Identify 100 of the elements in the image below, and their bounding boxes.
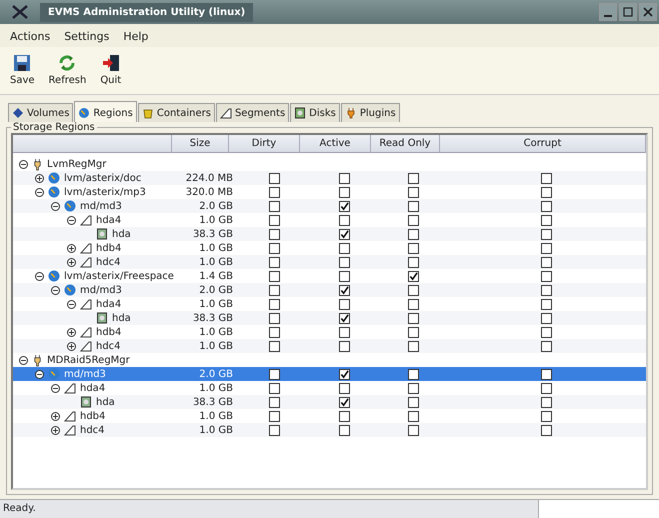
expander-icon[interactable] <box>51 426 60 434</box>
checkbox[interactable] <box>338 368 350 380</box>
checkbox[interactable] <box>268 256 280 268</box>
checkbox[interactable] <box>338 242 350 254</box>
expander-icon[interactable] <box>67 216 76 224</box>
checkbox[interactable] <box>541 228 552 240</box>
expander-icon[interactable] <box>67 328 76 336</box>
expander-icon[interactable] <box>51 412 60 420</box>
checkbox[interactable] <box>338 270 350 282</box>
column-header[interactable]: Active <box>300 135 371 153</box>
checkbox[interactable] <box>408 368 418 380</box>
checkbox[interactable] <box>541 200 552 212</box>
checkbox[interactable] <box>541 396 552 408</box>
checkbox[interactable] <box>268 214 280 226</box>
checkbox[interactable] <box>408 200 418 212</box>
expander-icon[interactable] <box>51 384 60 392</box>
checkbox[interactable] <box>541 382 552 394</box>
checkbox[interactable] <box>338 298 350 310</box>
tree-row[interactable]: lvm/asterix/doc 224.0 MB <box>13 171 646 185</box>
checkbox[interactable] <box>408 284 418 296</box>
tree-row[interactable]: hdb4 1.0 GB <box>13 241 646 255</box>
column-header[interactable]: Dirty <box>229 135 300 153</box>
tree-row[interactable]: hda 38.3 GB <box>13 395 646 409</box>
checkbox[interactable] <box>338 172 350 184</box>
column-header[interactable]: Corrupt <box>440 135 646 153</box>
expander-icon[interactable] <box>35 370 44 378</box>
checkbox[interactable] <box>338 256 350 268</box>
checkbox[interactable] <box>268 270 280 282</box>
expander-icon[interactable] <box>67 342 76 350</box>
tab[interactable]: Disks <box>290 103 340 122</box>
checkbox[interactable] <box>338 410 350 422</box>
checkbox[interactable] <box>268 284 280 296</box>
checkbox[interactable] <box>408 312 418 324</box>
tree-row[interactable]: hdb4 1.0 GB <box>13 325 646 339</box>
checkbox[interactable] <box>541 340 552 352</box>
tree-row[interactable]: md/md3 2.0 GB <box>13 199 646 213</box>
column-header[interactable]: Size <box>172 135 229 153</box>
minimize-button[interactable] <box>599 3 617 21</box>
checkbox[interactable] <box>268 242 280 254</box>
checkbox[interactable] <box>338 382 350 394</box>
checkbox[interactable] <box>408 326 418 338</box>
checkbox[interactable] <box>408 172 418 184</box>
checkbox[interactable] <box>541 312 552 324</box>
tab[interactable]: Volumes <box>8 103 74 122</box>
checkbox[interactable] <box>268 186 280 198</box>
checkbox[interactable] <box>338 284 350 296</box>
checkbox[interactable] <box>541 270 552 282</box>
checkbox[interactable] <box>268 200 280 212</box>
tree-row[interactable]: hdc4 1.0 GB <box>13 423 646 437</box>
checkbox[interactable] <box>408 270 418 282</box>
checkbox[interactable] <box>408 214 418 226</box>
tree-row[interactable]: md/md3 2.0 GB <box>13 283 646 297</box>
tree-row[interactable]: MDRaid5RegMgr <box>13 353 646 367</box>
tree-row[interactable]: hdc4 1.0 GB <box>13 255 646 269</box>
checkbox[interactable] <box>541 410 552 422</box>
checkbox[interactable] <box>408 424 418 436</box>
checkbox[interactable] <box>541 368 552 380</box>
checkbox[interactable] <box>408 298 418 310</box>
tab[interactable]: Regions <box>74 101 137 122</box>
checkbox[interactable] <box>408 256 418 268</box>
checkbox[interactable] <box>408 242 418 254</box>
expander-icon[interactable] <box>51 202 60 210</box>
tree-row[interactable]: hdb4 1.0 GB <box>13 409 646 423</box>
checkbox[interactable] <box>408 382 418 394</box>
checkbox[interactable] <box>268 228 280 240</box>
tree-row[interactable]: LvmRegMgr <box>13 157 646 171</box>
checkbox[interactable] <box>338 312 350 324</box>
checkbox[interactable] <box>338 340 350 352</box>
tree-row[interactable]: lvm/asterix/mp3 320.0 MB <box>13 185 646 199</box>
checkbox[interactable] <box>408 396 418 408</box>
checkbox[interactable] <box>541 284 552 296</box>
checkbox[interactable] <box>408 340 418 352</box>
checkbox[interactable] <box>338 326 350 338</box>
tree-row[interactable]: hda 38.3 GB <box>13 227 646 241</box>
checkbox[interactable] <box>268 424 280 436</box>
expander-icon[interactable] <box>35 272 44 280</box>
checkbox[interactable] <box>541 172 552 184</box>
tree-row[interactable]: md/md3 2.0 GB <box>13 367 646 381</box>
expander-icon[interactable] <box>67 244 76 252</box>
checkbox[interactable] <box>338 186 350 198</box>
checkbox[interactable] <box>408 228 418 240</box>
checkbox[interactable] <box>268 368 280 380</box>
checkbox[interactable] <box>268 326 280 338</box>
menu-item[interactable]: Actions <box>10 30 50 43</box>
expander-icon[interactable] <box>19 356 28 364</box>
tree-row[interactable]: hdc4 1.0 GB <box>13 339 646 353</box>
checkbox[interactable] <box>541 242 552 254</box>
tab[interactable]: Plugins <box>340 103 400 122</box>
checkbox[interactable] <box>268 312 280 324</box>
expander-icon[interactable] <box>35 188 44 196</box>
checkbox[interactable] <box>268 172 280 184</box>
tree-row[interactable]: lvm/asterix/Freespace 1.4 GB <box>13 269 646 283</box>
tab[interactable]: Segments <box>216 103 290 122</box>
checkbox[interactable] <box>541 214 552 226</box>
checkbox[interactable] <box>268 410 280 422</box>
checkbox[interactable] <box>541 256 552 268</box>
tab[interactable]: Containers <box>138 103 215 122</box>
menu-item[interactable]: Help <box>123 30 148 43</box>
toolbar-button[interactable]: Quit <box>98 51 124 88</box>
column-header[interactable]: Read Only <box>371 135 440 153</box>
